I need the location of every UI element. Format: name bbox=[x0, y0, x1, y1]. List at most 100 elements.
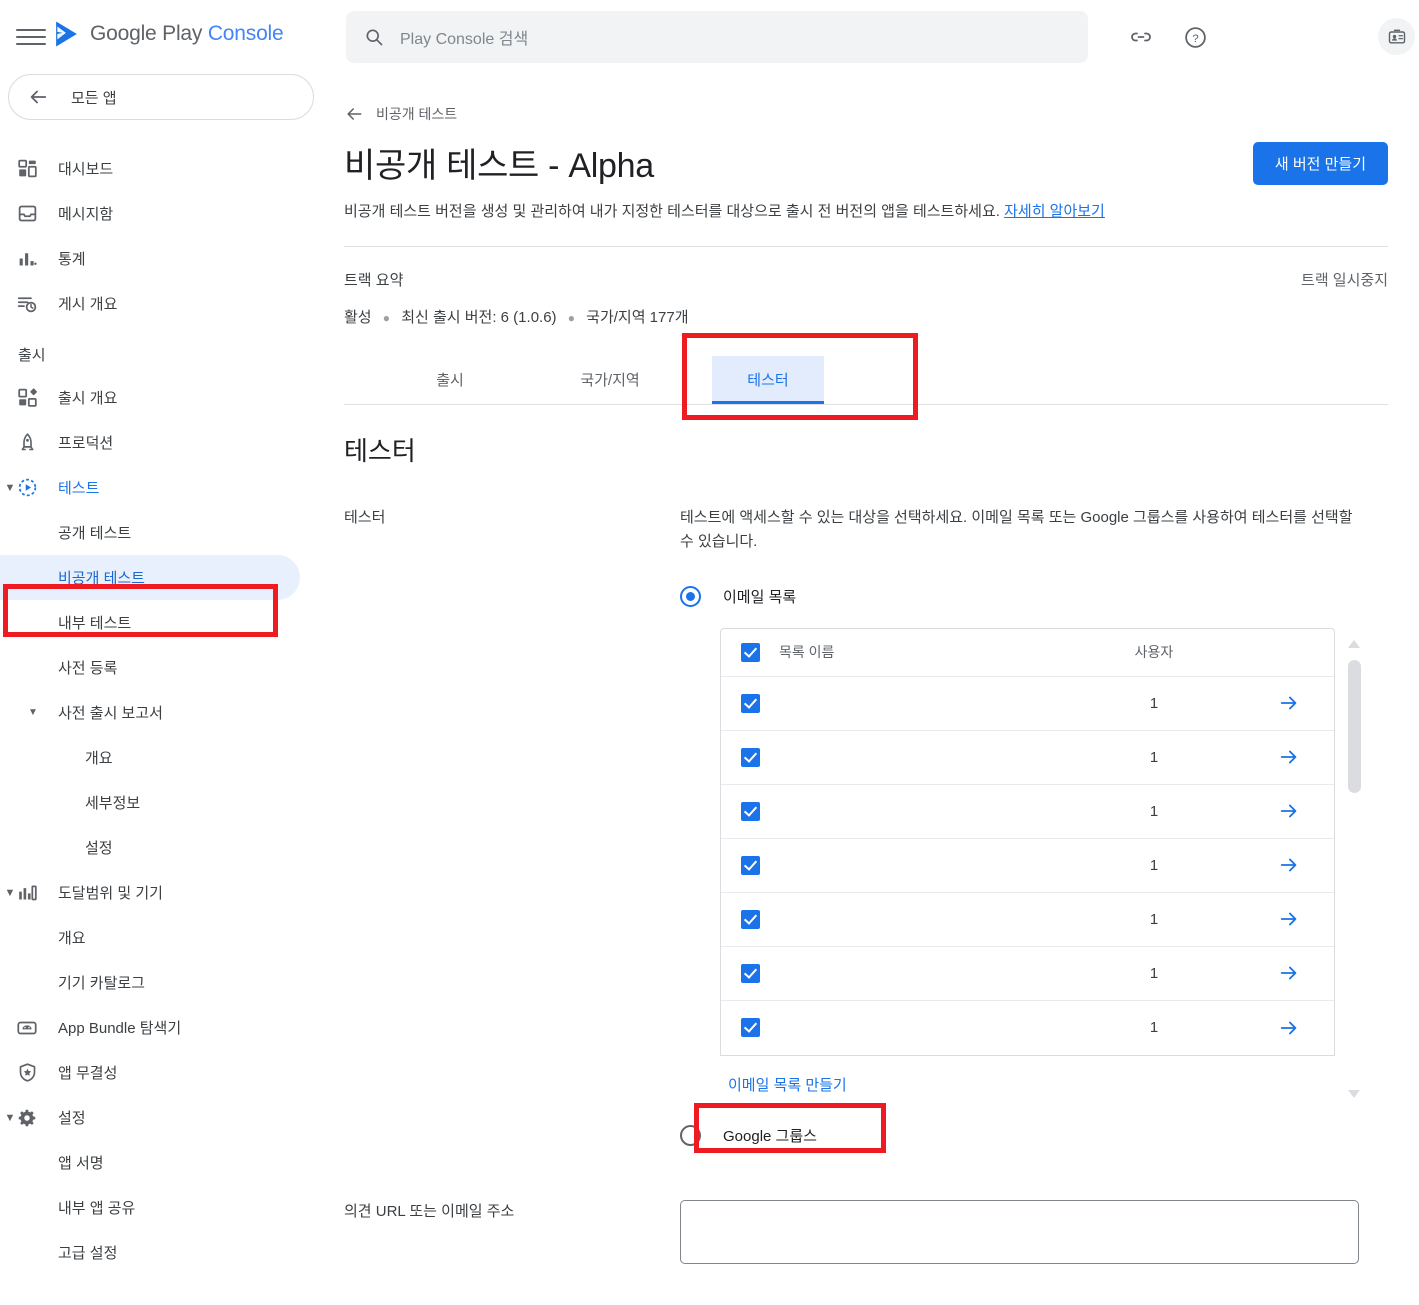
cell-users: 1 bbox=[1149, 694, 1159, 712]
link-icon[interactable] bbox=[1126, 22, 1156, 52]
table-row[interactable]: 1 bbox=[721, 677, 1334, 731]
sidebar-item-app-integrity[interactable]: 앱 무결성 bbox=[0, 1050, 336, 1095]
select-all-checkbox-cell[interactable] bbox=[721, 642, 779, 662]
row-open-arrow-icon[interactable] bbox=[1244, 692, 1334, 714]
sidebar-item-internal-testing[interactable]: 내부 테스트 bbox=[0, 600, 336, 645]
sidebar-item-open-testing[interactable]: 공개 테스트 bbox=[0, 510, 336, 555]
learn-more-link[interactable]: 자세히 알아보기 bbox=[1004, 203, 1105, 220]
create-new-version-button[interactable]: 새 버전 만들기 bbox=[1252, 142, 1388, 185]
sidebar-item-label: 앱 무결성 bbox=[58, 1065, 118, 1082]
chevron-down-icon: ▼ bbox=[4, 886, 16, 899]
sidebar-item-app-bundle-explorer[interactable]: App Bundle 탐색기 bbox=[0, 1005, 336, 1050]
column-header-users: 사용자 bbox=[1134, 644, 1174, 660]
row-open-arrow-icon[interactable] bbox=[1244, 1017, 1334, 1039]
all-apps-button[interactable]: 모든 앱 bbox=[8, 74, 314, 120]
row-checkbox[interactable] bbox=[740, 801, 760, 821]
row-open-arrow-icon[interactable] bbox=[1244, 908, 1334, 930]
row-checkbox[interactable] bbox=[740, 963, 760, 983]
sidebar-item-label: 앱 서명 bbox=[58, 1155, 104, 1172]
sidebar-item-label: 사전 출시 보고서 bbox=[58, 705, 163, 722]
breadcrumb-back-link[interactable]: 비공개 테스트 bbox=[336, 74, 1419, 124]
sidebar-item-pre-registration[interactable]: 사전 등록 bbox=[0, 645, 336, 690]
tab-countries-regions[interactable]: 국가/지역 bbox=[554, 356, 666, 404]
feedback-field-row: 의견 URL 또는 이메일 주소 bbox=[336, 1146, 1419, 1264]
row-checkbox-cell[interactable] bbox=[721, 801, 779, 821]
search-input[interactable]: Play Console 검색 bbox=[346, 11, 1088, 63]
row-checkbox[interactable] bbox=[740, 909, 760, 929]
select-all-checkbox[interactable] bbox=[740, 642, 760, 662]
row-open-arrow-icon[interactable] bbox=[1244, 962, 1334, 984]
brand-google-play: Google Play bbox=[90, 22, 203, 45]
track-countries: 국가/지역 177개 bbox=[586, 308, 689, 326]
all-apps-label: 모든 앱 bbox=[71, 89, 117, 107]
table-row[interactable]: 1 bbox=[721, 947, 1334, 1001]
sidebar-item-advanced-settings[interactable]: 고급 설정 bbox=[0, 1230, 336, 1275]
row-checkbox-cell[interactable] bbox=[721, 1018, 779, 1037]
sidebar-item-prerelease-details[interactable]: 세부정보 bbox=[0, 780, 336, 825]
create-email-list-link[interactable]: 이메일 목록 만들기 bbox=[728, 1074, 847, 1095]
sidebar-item-prerelease-overview[interactable]: 개요 bbox=[0, 735, 336, 780]
sidebar-item-inbox[interactable]: 메시지함 bbox=[0, 191, 336, 236]
sidebar-item-release-overview[interactable]: 출시 개요 bbox=[0, 375, 336, 420]
row-checkbox-cell[interactable] bbox=[721, 693, 779, 713]
row-checkbox-cell[interactable] bbox=[721, 963, 779, 983]
scrollbar-up-arrow-icon[interactable] bbox=[1348, 639, 1360, 648]
sidebar-item-label: 기기 카탈로그 bbox=[58, 975, 145, 992]
table-row[interactable]: 1 bbox=[721, 1001, 1334, 1055]
table-row[interactable]: 1 bbox=[721, 839, 1334, 893]
breadcrumb-label: 비공개 테스트 bbox=[376, 106, 458, 122]
brand-logo-group[interactable]: Google Play Console bbox=[54, 20, 284, 48]
tab-bar: 출시 국가/지역 테스터 bbox=[344, 355, 1388, 405]
row-checkbox[interactable] bbox=[740, 693, 760, 713]
sidebar-item-test[interactable]: ▼ 테스트 bbox=[0, 465, 336, 510]
radio-button-unselected-icon[interactable] bbox=[680, 1124, 701, 1146]
id-badge-icon[interactable] bbox=[1378, 18, 1415, 55]
sidebar-item-label: 출시 개요 bbox=[58, 390, 118, 407]
row-checkbox-cell[interactable] bbox=[721, 747, 779, 767]
sidebar-item-production[interactable]: 프로덕션 bbox=[0, 420, 336, 465]
sidebar-item-dashboard[interactable]: 대시보드 bbox=[0, 146, 336, 191]
row-checkbox[interactable] bbox=[740, 1018, 760, 1037]
sidebar-item-device-catalog[interactable]: 기기 카탈로그 bbox=[0, 960, 336, 1005]
hamburger-icon[interactable] bbox=[16, 22, 46, 52]
chevron-down-icon: ▼ bbox=[28, 707, 38, 718]
row-checkbox-cell[interactable] bbox=[721, 855, 779, 875]
sidebar-item-label: 통계 bbox=[58, 251, 86, 268]
tab-testers[interactable]: 테스터 bbox=[712, 355, 824, 404]
table-header-row: 목록 이름 사용자 bbox=[721, 629, 1334, 677]
section-title-testers: 테스터 bbox=[344, 435, 416, 466]
radio-button-selected-icon[interactable] bbox=[680, 585, 701, 607]
feedback-url-input[interactable] bbox=[680, 1199, 1359, 1264]
scrollbar-thumb[interactable] bbox=[1348, 659, 1361, 793]
radio-email-list[interactable]: 이메일 목록 bbox=[680, 585, 1359, 607]
sidebar-item-settings[interactable]: ▼ 설정 bbox=[0, 1095, 336, 1140]
track-pause-button[interactable]: 트랙 일시중지 bbox=[1301, 269, 1388, 290]
sidebar-item-reach-and-devices[interactable]: ▼ 도달범위 및 기기 bbox=[0, 870, 336, 915]
row-checkbox[interactable] bbox=[740, 747, 760, 767]
table-scrollbar[interactable] bbox=[1346, 634, 1362, 1100]
sidebar-item-app-signing[interactable]: 앱 서명 bbox=[0, 1140, 336, 1185]
row-open-arrow-icon[interactable] bbox=[1244, 800, 1334, 822]
feedback-field-label: 의견 URL 또는 이메일 주소 bbox=[344, 1202, 515, 1220]
radio-google-groups[interactable]: Google 그룹스 bbox=[680, 1124, 1359, 1146]
help-circle-icon[interactable]: ? bbox=[1180, 22, 1210, 52]
row-checkbox-cell[interactable] bbox=[721, 909, 779, 929]
sidebar-item-closed-testing[interactable]: 비공개 테스트 bbox=[0, 555, 300, 600]
sidebar-item-prerelease-report[interactable]: ▼ 사전 출시 보고서 bbox=[0, 690, 336, 735]
row-checkbox[interactable] bbox=[740, 855, 760, 875]
scrollbar-down-arrow-icon[interactable] bbox=[1348, 1089, 1360, 1098]
cell-users: 1 bbox=[1149, 748, 1159, 766]
table-row[interactable]: 1 bbox=[721, 893, 1334, 947]
row-open-arrow-icon[interactable] bbox=[1244, 746, 1334, 768]
sidebar-item-publishing-overview[interactable]: 게시 개요 bbox=[0, 281, 336, 326]
sidebar-item-prerelease-settings[interactable]: 설정 bbox=[0, 825, 336, 870]
cell-users: 1 bbox=[1149, 964, 1159, 982]
table-row[interactable]: 1 bbox=[721, 785, 1334, 839]
tab-releases[interactable]: 출시 bbox=[394, 356, 506, 404]
track-summary-row: 트랙 요약 트랙 일시중지 bbox=[336, 247, 1419, 290]
table-row[interactable]: 1 bbox=[721, 731, 1334, 785]
sidebar-item-internal-app-sharing[interactable]: 내부 앱 공유 bbox=[0, 1185, 336, 1230]
sidebar-item-reach-overview[interactable]: 개요 bbox=[0, 915, 336, 960]
sidebar-item-statistics[interactable]: 통계 bbox=[0, 236, 336, 281]
row-open-arrow-icon[interactable] bbox=[1244, 854, 1334, 876]
